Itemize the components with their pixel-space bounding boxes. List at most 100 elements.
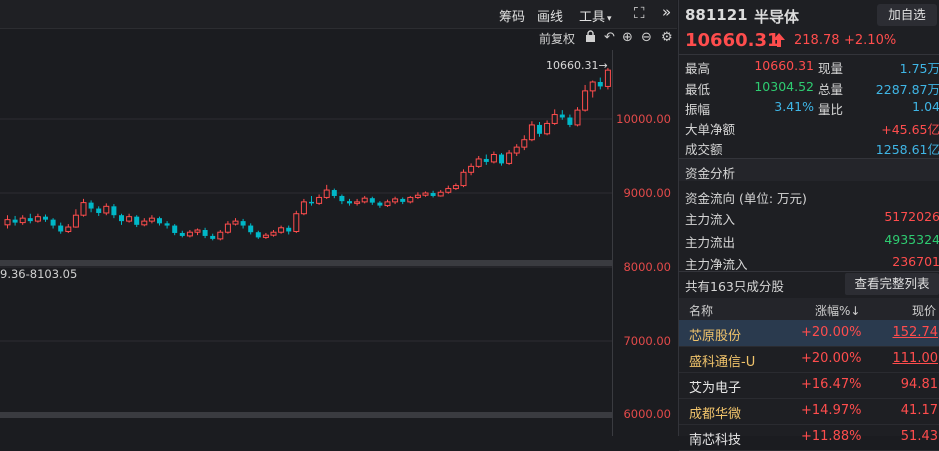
candle-body — [347, 201, 352, 204]
stat-label-bignet: 大单净额 — [685, 122, 736, 137]
candle-body — [468, 165, 475, 173]
candle-body — [126, 216, 133, 222]
candle-body — [499, 154, 504, 164]
stat-value-totvol: 2287.87万 — [875, 82, 939, 97]
candle-body — [316, 196, 323, 204]
candle-body — [210, 235, 216, 239]
table-row[interactable]: 艾为电子 +16.47% 94.81 — [679, 372, 939, 399]
candle-body — [582, 90, 589, 111]
stock-price: 111.00 — [892, 351, 939, 366]
candle-body — [172, 225, 178, 233]
col-header-name[interactable]: 名称 — [689, 302, 713, 319]
candle-body — [323, 189, 330, 198]
candle-body — [164, 223, 170, 226]
stock-name: 艾为电子 — [689, 381, 742, 396]
candle-body — [597, 82, 603, 87]
candle-body — [119, 215, 124, 222]
candle-body — [270, 231, 277, 236]
table-row[interactable]: 芯原股份 +20.00% 152.74 — [679, 320, 939, 347]
candle-body — [490, 154, 497, 163]
candle-body — [361, 197, 368, 203]
lock-icon[interactable] — [585, 30, 596, 45]
candle-body — [437, 191, 444, 197]
adjust-price-label[interactable]: 前复权 — [539, 30, 575, 47]
candle-body — [157, 218, 162, 224]
stat-label-volratio: 量比 — [818, 102, 844, 117]
high-price-value: 10660.31 — [546, 59, 599, 72]
candle-body — [513, 146, 520, 154]
settings-gear-icon[interactable]: ⚙ — [661, 30, 673, 45]
candle-body — [407, 196, 414, 203]
stock-name: 南芯科技 — [689, 433, 742, 448]
candle-body — [50, 219, 56, 226]
candle-body — [179, 232, 185, 236]
index-name: 半导体 — [754, 8, 800, 26]
fullscreen-icon[interactable]: ⛶ — [634, 4, 645, 22]
candle-body — [217, 231, 224, 240]
col-header-change[interactable]: 涨幅%↓ — [815, 302, 860, 319]
candle-body — [232, 220, 239, 225]
candle-body — [544, 122, 551, 135]
candle-body — [96, 208, 102, 213]
candle-body — [392, 198, 399, 203]
table-row[interactable]: 南芯科技 +11.88% 51.43 — [679, 424, 939, 451]
view-full-list-button[interactable]: 查看完整列表 — [845, 273, 939, 295]
candle-body — [286, 227, 292, 232]
last-price: 10660.31 — [685, 30, 780, 51]
candle-body — [422, 192, 429, 196]
inflow-value: 5172026 — [884, 209, 939, 224]
candle-body — [43, 216, 48, 220]
candle-body — [537, 124, 542, 134]
candle-body — [134, 216, 140, 225]
price-range-label: 9.36-8103.05 — [0, 267, 78, 281]
candle-body — [103, 205, 110, 214]
stat-value-turnover: 1258.61亿 — [875, 142, 939, 157]
y-tick-9000: 9000.00 — [623, 186, 671, 200]
fund-analysis-header[interactable]: 资金分析 — [679, 159, 939, 181]
stock-change: +20.00% — [801, 351, 862, 366]
candle-body — [521, 139, 528, 148]
net-label: 主力净流入 — [685, 257, 748, 272]
stat-value-high: 10660.31 — [754, 58, 814, 73]
candle-body — [12, 219, 18, 223]
chart-subbar: 前复权 ↶ ⊕ ⊖ ⚙ — [0, 29, 677, 49]
candle-body — [430, 193, 436, 196]
pane-separator — [0, 412, 612, 418]
candle-body — [369, 198, 375, 203]
outflow-label: 主力流出 — [685, 235, 736, 250]
candle-body — [528, 124, 535, 141]
candle-body — [567, 117, 573, 125]
table-row[interactable]: 盛科通信-U +20.00% 111.00 — [679, 346, 939, 373]
candle-body — [300, 201, 307, 215]
candle-body — [551, 114, 558, 124]
candle-body — [148, 217, 155, 222]
y-tick-7000: 7000.00 — [623, 334, 671, 348]
stat-label-totvol: 总量 — [818, 82, 844, 97]
candle-body — [58, 225, 64, 232]
collapse-icon[interactable]: » — [662, 3, 671, 21]
candle-body — [186, 231, 193, 237]
stat-label-amplitude: 振幅 — [685, 102, 711, 117]
stat-label-low: 最低 — [685, 82, 711, 97]
stat-label-high: 最高 — [685, 61, 711, 76]
candle-body — [240, 221, 246, 226]
stat-value-curvol: 1.75万 — [899, 61, 939, 76]
stat-value-volratio: 1.04 — [912, 99, 939, 114]
col-header-price[interactable]: 现价 — [912, 302, 936, 319]
up-arrow-icon — [773, 33, 785, 47]
stat-value-amplitude: 3.41% — [774, 99, 814, 114]
candle-body — [72, 214, 79, 228]
undo-icon[interactable]: ↶ — [604, 30, 615, 45]
zoom-out-icon[interactable]: ⊖ — [641, 30, 652, 45]
draw-line-button[interactable]: 画线 — [537, 6, 563, 25]
table-row[interactable]: 成都华微 +14.97% 41.17 — [679, 398, 939, 425]
candlestick-chart[interactable]: 10000.00 9000.00 8000.00 7000.00 6000.00… — [0, 50, 677, 436]
tools-button[interactable]: 工具 ▾ — [579, 6, 612, 25]
candle-body — [475, 158, 482, 167]
zoom-in-icon[interactable]: ⊕ — [622, 30, 633, 45]
add-watchlist-button[interactable]: 加自选 — [877, 4, 937, 26]
chip-button[interactable]: 筹码 — [499, 6, 525, 25]
candle-body — [19, 217, 26, 224]
candle-body — [27, 218, 33, 222]
candle-body — [80, 202, 87, 216]
